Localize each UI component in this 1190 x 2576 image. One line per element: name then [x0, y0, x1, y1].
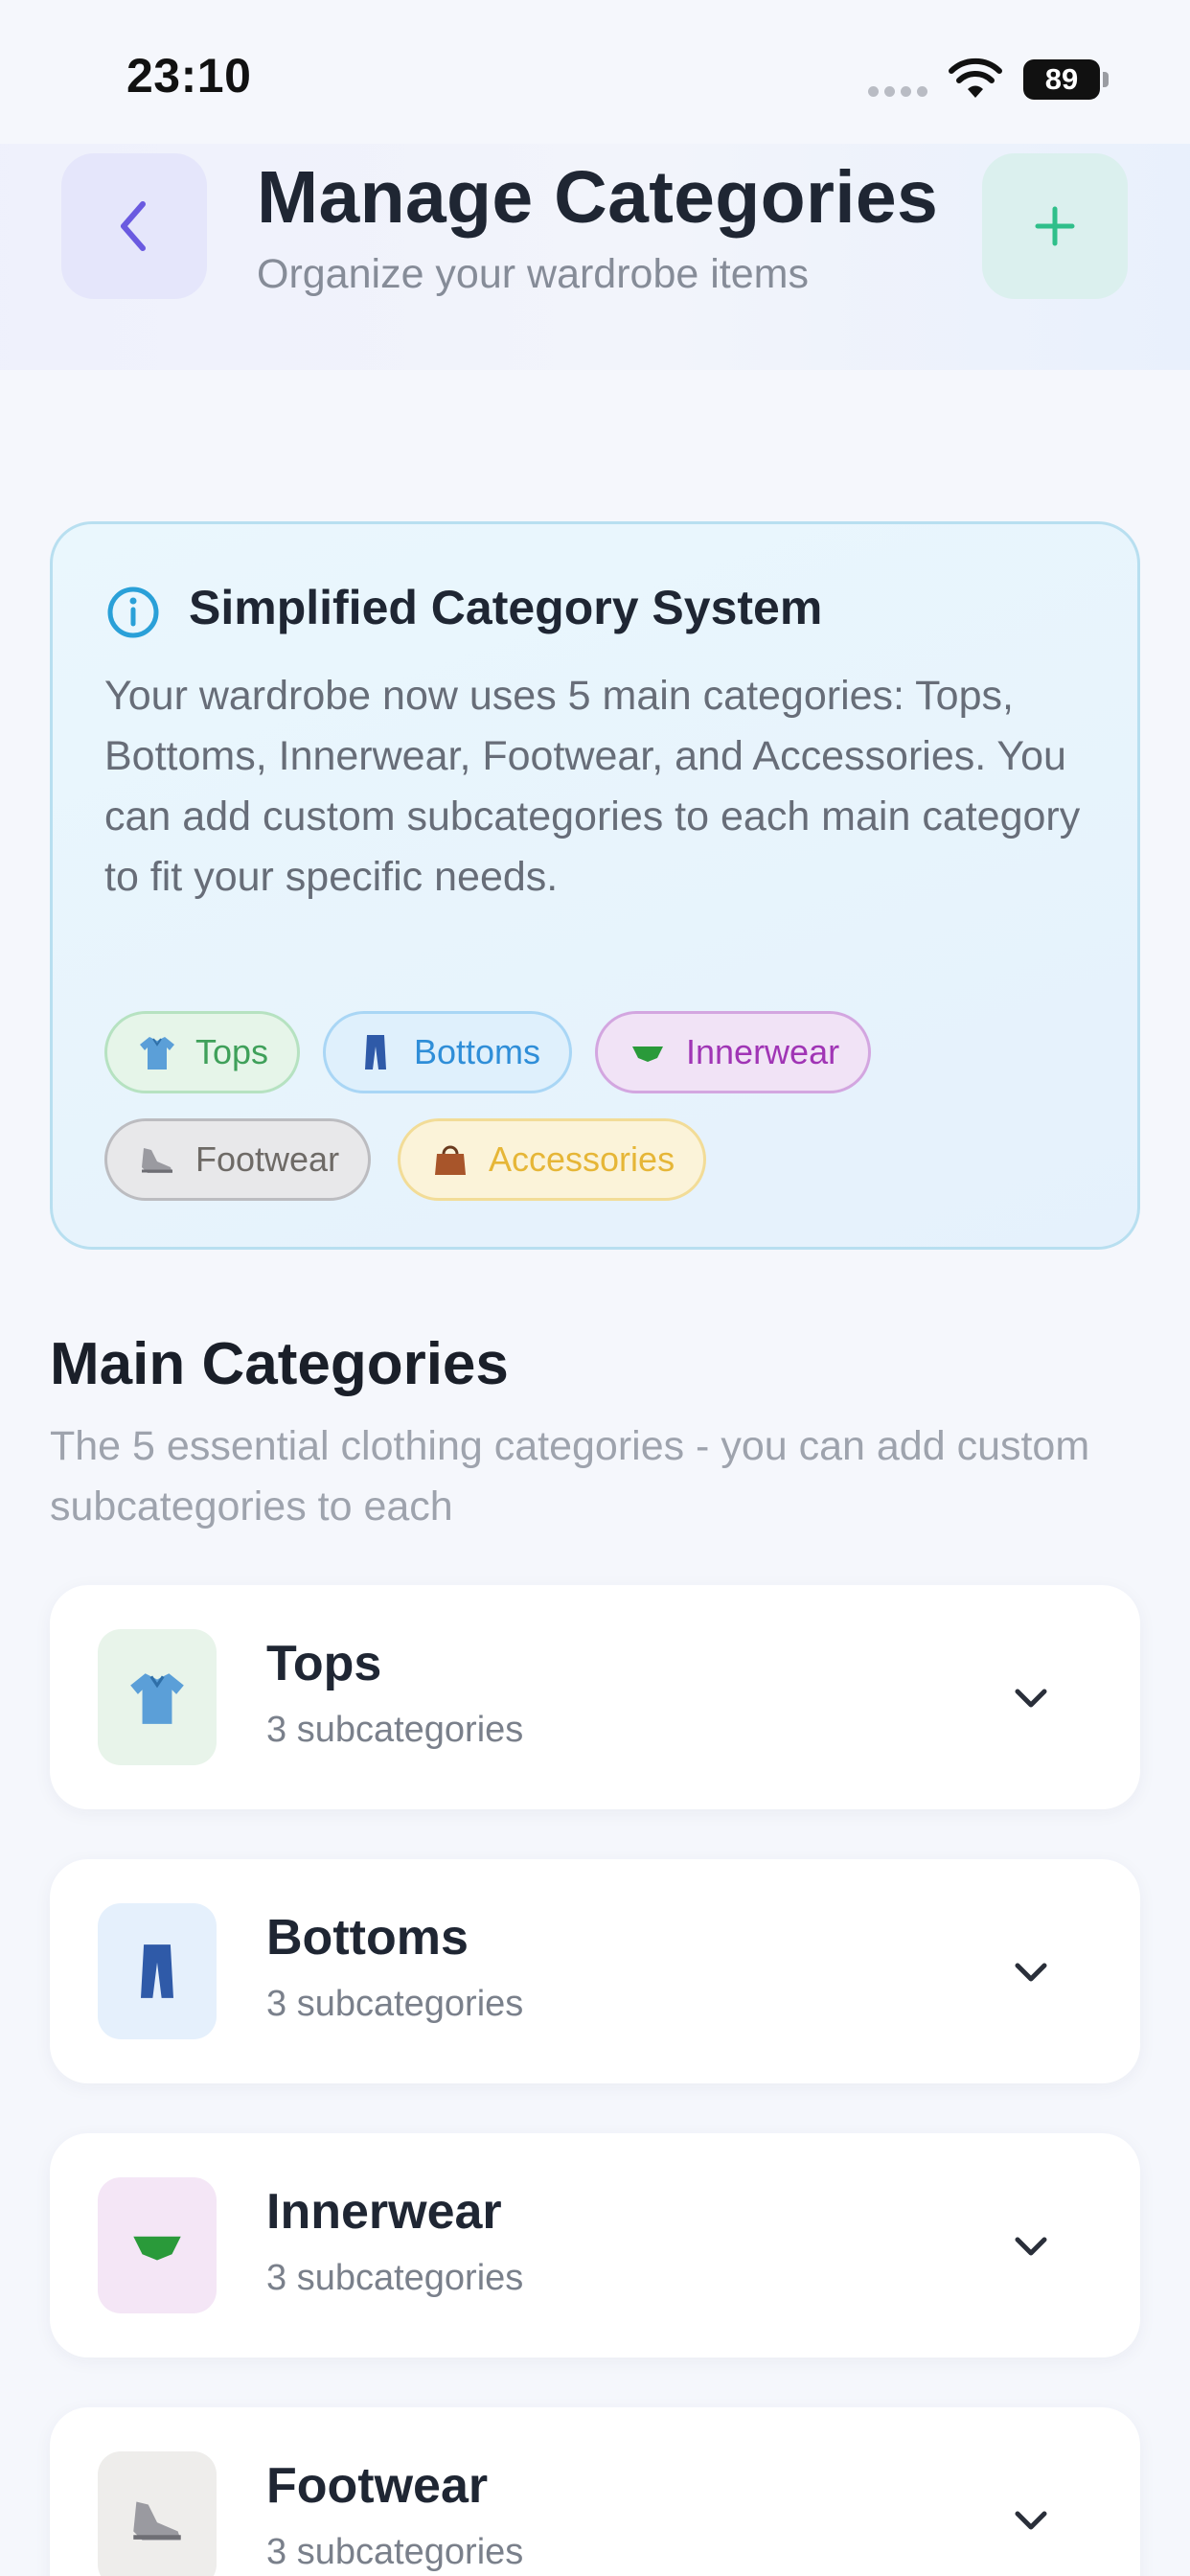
chip-bottoms[interactable]: Bottoms: [323, 1011, 573, 1093]
status-time: 23:10: [126, 49, 252, 103]
chevron-down-icon[interactable]: [1010, 1951, 1052, 1993]
page-title: Manage Categories: [257, 156, 939, 239]
manage-categories-screen: 23:10 89 Manage Categories Organize your…: [0, 0, 1190, 2576]
page-subtitle: Organize your wardrobe items: [257, 251, 809, 297]
section-title: Main Categories: [50, 1331, 509, 1397]
chip-accessories[interactable]: Accessories: [398, 1118, 707, 1201]
subcategory-count: 3 subcategories: [266, 1984, 524, 2024]
cellular-signal-icon: [868, 86, 927, 97]
category-icon-box: [98, 2451, 217, 2576]
info-title: Simplified Category System: [189, 581, 823, 634]
category-card-tops[interactable]: Tops 3 subcategories: [50, 1585, 1140, 1809]
back-button[interactable]: [61, 153, 207, 299]
subcategory-count: 3 subcategories: [266, 2258, 524, 2298]
category-card-innerwear[interactable]: Innerwear 3 subcategories: [50, 2133, 1140, 2358]
category-card-footwear[interactable]: Footwear 3 subcategories: [50, 2407, 1140, 2576]
chip-innerwear[interactable]: Innerwear: [595, 1011, 872, 1093]
info-card: Simplified Category System Your wardrobe…: [50, 521, 1140, 1250]
category-icon-box: [98, 1629, 217, 1765]
briefs-icon: [133, 2236, 181, 2261]
header: Manage Categories Organize your wardrobe…: [0, 144, 1190, 370]
shoe-icon: [133, 2501, 181, 2541]
chip-tops[interactable]: Tops: [104, 1011, 301, 1093]
shirt-icon: [140, 1037, 174, 1070]
jeans-icon: [365, 1035, 386, 1070]
category-card-bottoms[interactable]: Bottoms 3 subcategories: [50, 1859, 1140, 2083]
category-icon-box: [98, 2177, 217, 2313]
shirt-icon: [130, 1673, 184, 1724]
plus-icon: [1035, 206, 1075, 246]
add-category-button[interactable]: [982, 153, 1128, 299]
handbag-icon: [435, 1145, 466, 1175]
chevron-left-icon: [121, 201, 146, 251]
battery-level: 89: [1023, 59, 1100, 100]
category-icon-box: [98, 1903, 217, 2039]
subcategory-count: 3 subcategories: [266, 1710, 524, 1750]
subcategory-count: 3 subcategories: [266, 2532, 524, 2572]
info-icon: [107, 586, 159, 638]
chevron-down-icon[interactable]: [1010, 2499, 1052, 2542]
section-subtitle: The 5 essential clothing categories - yo…: [50, 1423, 1090, 1530]
category-name: Bottoms: [266, 1910, 469, 1966]
battery-icon: 89: [1023, 59, 1110, 100]
category-name: Footwear: [266, 2458, 489, 2514]
category-name: Innerwear: [266, 2184, 502, 2240]
chevron-down-icon[interactable]: [1010, 2225, 1052, 2267]
shoe-icon: [142, 1148, 172, 1173]
chip-label: Tops: [195, 1032, 269, 1071]
status-bar: 23:10 89: [0, 0, 1190, 144]
category-name: Tops: [266, 1636, 382, 1691]
briefs-icon: [632, 1046, 663, 1062]
chip-label: Bottoms: [414, 1032, 541, 1071]
chip-label: Accessories: [489, 1139, 675, 1179]
chip-label: Innerwear: [686, 1032, 840, 1071]
chevron-down-icon[interactable]: [1010, 1677, 1052, 1719]
wifi-icon: [949, 58, 1002, 98]
jeans-icon: [141, 1944, 173, 1998]
chip-footwear[interactable]: Footwear: [104, 1118, 372, 1201]
chip-label: Footwear: [195, 1139, 340, 1179]
info-description: Your wardrobe now uses 5 main categories…: [104, 673, 1081, 900]
